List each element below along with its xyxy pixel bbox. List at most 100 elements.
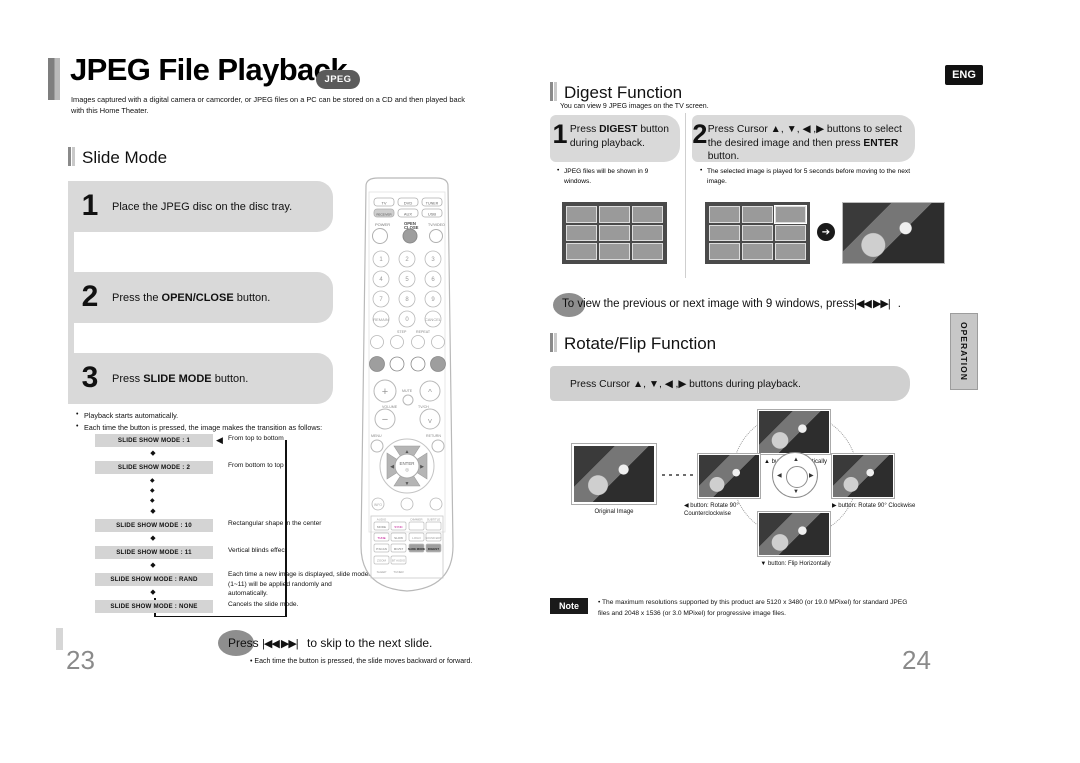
digest-nav-post: .: [897, 298, 901, 310]
step-2-text-pre: Press the: [112, 291, 162, 304]
svg-text:TUNER: TUNER: [426, 202, 439, 206]
svg-text:▲: ▲: [405, 449, 410, 455]
flow-dot-icon: ◆: [150, 478, 155, 484]
flow-down-arrow-icon: ◆: [150, 589, 156, 596]
flow-chip-mode-10: SLIDE SHOW MODE : 10: [95, 519, 213, 532]
svg-text:CANCEL: CANCEL: [425, 317, 442, 322]
svg-text:MO/ST: MO/ST: [394, 547, 404, 551]
thumbnail: [632, 206, 663, 223]
svg-text:˅: ˅: [428, 417, 433, 426]
original-image-label: Original Image: [594, 509, 634, 515]
thumbnail: [599, 206, 630, 223]
enlarged-photo-preview: [842, 202, 945, 264]
side-tab-operation: OPERATION: [950, 313, 978, 390]
svg-text:ZOOM: ZOOM: [377, 559, 386, 563]
svg-text:REPEAT: REPEAT: [416, 330, 431, 334]
svg-text:TV/VIDEO: TV/VIDEO: [428, 223, 445, 227]
svg-text:SYNC: SYNC: [394, 525, 403, 529]
press-skip-note: • Each time the button is pressed, the s…: [250, 658, 473, 665]
thumbnail: [709, 243, 740, 260]
left-page: JPEG File Playback JPEG Images captured …: [0, 0, 540, 763]
section-heading-digest: Digest Function: [550, 82, 682, 103]
page-number-right: 24: [902, 645, 931, 675]
svg-text:USB: USB: [428, 212, 437, 217]
svg-text:SUBTITLE: SUBTITLE: [427, 518, 441, 522]
step-1-text-pre: Place the JPEG disc on the disc tray.: [112, 200, 293, 213]
thumbnail: [709, 224, 740, 242]
flip-horizontal-label: ▼ button: Flip Horizontally: [760, 561, 831, 567]
svg-text:MUTE: MUTE: [402, 389, 413, 393]
skip-buttons-icon: |◀◀ ▶▶|: [854, 298, 891, 310]
svg-text:TV: TV: [381, 201, 386, 206]
digest-step-2-note-text: The selected image is played for 5 secon…: [700, 166, 925, 187]
svg-text:LOGO: LOGO: [412, 536, 421, 540]
digest-step-2: 2 Press Cursor ▲, ▼, ◀ ,▶ buttons to sel…: [692, 115, 915, 162]
thumbnail: [632, 243, 663, 260]
tv-screen-digest-9-windows-1: [562, 202, 667, 264]
flow-dot-icon: ◆: [150, 498, 155, 504]
digest-navigation-instruction: To view the previous or next image with …: [562, 297, 901, 310]
note-text: • The maximum resolutions supported by t…: [598, 599, 908, 617]
svg-text:+: +: [382, 386, 388, 398]
flow-chip-mode-1: SLIDE SHOW MODE : 1: [95, 434, 213, 447]
digest-step-1-pre: Press: [569, 124, 600, 135]
step-2-text: Press the OPEN/CLOSE button.: [112, 292, 270, 304]
section-heading-slide-mode: Slide Mode: [68, 147, 167, 168]
digest-step-2-post: button.: [707, 151, 740, 163]
step-2-text-bold: OPEN/CLOSE: [161, 291, 234, 304]
flip-vertical-thumbnail: [757, 409, 831, 455]
svg-text:DIMMER: DIMMER: [410, 518, 423, 522]
svg-text:POWER: POWER: [375, 222, 390, 227]
digest-step-2-number: 2: [692, 119, 708, 149]
arrow-right-icon: ➔: [817, 223, 835, 241]
thumbnail: [566, 206, 597, 223]
svg-text:MENU: MENU: [371, 434, 382, 438]
svg-text:TUNE: TUNE: [377, 536, 385, 540]
svg-text:RETURN: RETURN: [426, 434, 441, 438]
skip-buttons-icon: |◀◀ ▶▶|: [262, 638, 299, 650]
slide-mode-bullets: Playback starts automatically. Each time…: [76, 409, 366, 434]
svg-text:MODE: MODE: [377, 525, 386, 529]
section-heading-label: Rotate/Flip Function: [564, 334, 717, 353]
tv-screen-digest-9-windows-2: [705, 202, 810, 264]
page-title: JPEG File Playback: [70, 52, 348, 87]
svg-text:INFO: INFO: [374, 503, 382, 507]
step-3-text-post: button.: [211, 372, 249, 385]
side-tab-label: OPERATION: [959, 322, 969, 381]
svg-text:^: ^: [428, 388, 432, 397]
svg-text:SOUND EDIT: SOUND EDIT: [426, 536, 442, 540]
svg-text:ENTER: ENTER: [400, 461, 415, 466]
step-2-number: 2: [81, 279, 99, 313]
flow-desc-mode-none: Cancels the slide mode.: [228, 601, 299, 608]
press-skip-note-text: Each time the button is pressed, the sli…: [254, 658, 473, 665]
svg-text:AUX: AUX: [404, 212, 413, 217]
digest-nav-pre: To view the previous or next image with …: [562, 298, 855, 310]
thumbnail: [566, 224, 597, 242]
svg-text:▶: ▶: [420, 464, 424, 470]
digest-step-1-note: JPEG files will be shown in 9 windows.: [557, 166, 672, 187]
dpad-icon: ▲ ▼ ◀ ▶: [772, 452, 818, 498]
rotate-ccw-thumbnail: [697, 453, 761, 499]
original-image-thumbnail: [571, 443, 657, 505]
svg-text:SLOW: SLOW: [394, 536, 403, 540]
dpad-right-icon: ▶: [809, 473, 814, 479]
step-2-slide-mode: 2 Press the OPEN/CLOSE button.: [68, 272, 333, 323]
note-badge: Note: [550, 598, 588, 614]
section-heading-rotate-flip: Rotate/Flip Function: [550, 333, 716, 354]
digest-step-1-text: Press DIGEST button during playback.: [570, 122, 680, 150]
svg-text:AUDIO: AUDIO: [377, 518, 387, 522]
flow-down-arrow-icon: ◆: [150, 535, 156, 542]
page-number-left: 23: [66, 645, 95, 675]
dpad-down-icon: ▼: [793, 489, 799, 495]
digest-step-1: 1 Press DIGEST button during playback.: [550, 115, 680, 162]
right-page: ENG Digest Function You can view 9 JPEG …: [540, 0, 1080, 763]
title-accent-bar: [48, 58, 60, 100]
thumbnail: [599, 224, 630, 242]
digest-subtitle: You can view 9 JPEG images on the TV scr…: [560, 103, 709, 110]
thumbnail: [742, 224, 773, 242]
step-2-text-post: button.: [233, 291, 271, 304]
note-text-content: The maximum resolutions supported by thi…: [598, 599, 908, 617]
thumbnail: [775, 243, 806, 260]
flow-chip-mode-2: SLIDE SHOW MODE : 2: [95, 461, 213, 474]
step-3-text-bold: SLIDE MODE: [143, 372, 212, 385]
